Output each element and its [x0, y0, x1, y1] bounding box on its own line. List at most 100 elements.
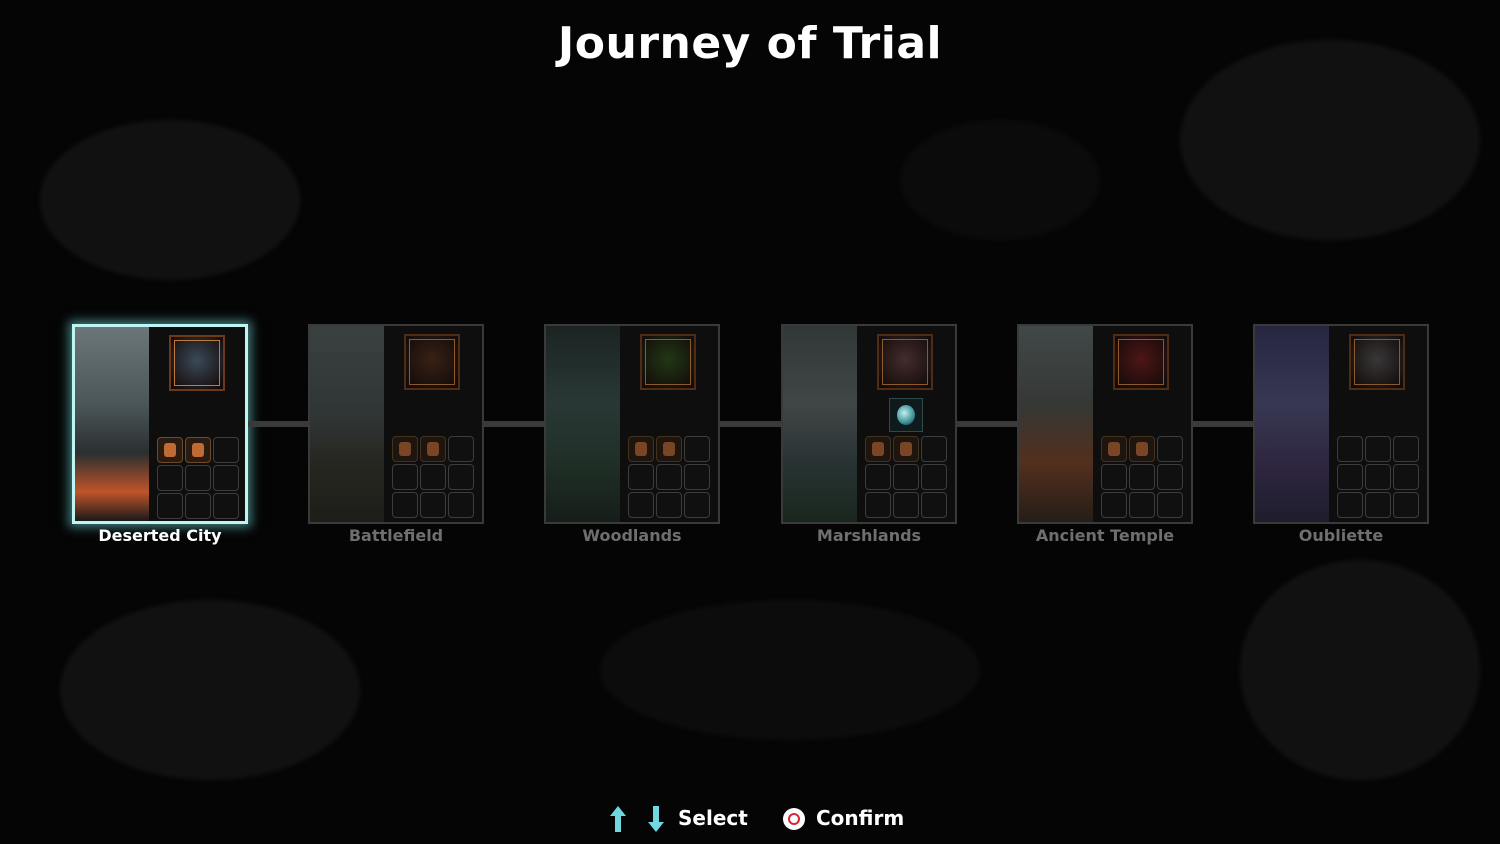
stage-card-frame: [1253, 324, 1429, 524]
arrow-down-icon: [648, 806, 664, 832]
empty-slot: [684, 436, 710, 462]
empty-slot: [1157, 464, 1183, 490]
stage-label: Deserted City: [98, 526, 222, 545]
empty-slot: [865, 492, 891, 518]
stage-label: Ancient Temple: [1035, 526, 1175, 545]
empty-slot: [1365, 436, 1391, 462]
empty-slot: [1101, 464, 1127, 490]
empty-slot: [448, 464, 474, 490]
empty-slot: [392, 464, 418, 490]
empty-slot: [628, 464, 654, 490]
reward-slots-grid: [157, 437, 241, 519]
stage-card-deserted-city[interactable]: Deserted City: [72, 324, 248, 545]
reward-item-icon: [893, 436, 919, 462]
stage-connector: [484, 421, 544, 427]
empty-slot: [684, 492, 710, 518]
undead-general-portrait-icon: [169, 335, 225, 391]
reward-slots-grid: [865, 436, 949, 518]
stage-card-frame: [1017, 324, 1193, 524]
reward-item-icon: [656, 436, 682, 462]
empty-slot: [1157, 436, 1183, 462]
empty-slot: [420, 464, 446, 490]
empty-slot: [420, 492, 446, 518]
empty-slot: [1157, 492, 1183, 518]
empty-slot: [1337, 464, 1363, 490]
stage-connector: [1193, 421, 1253, 427]
empty-slot: [1101, 492, 1127, 518]
empty-slot: [185, 465, 211, 491]
swamp-monster-portrait-icon: [877, 334, 933, 390]
stage-connector: [248, 421, 308, 427]
empty-slot: [684, 464, 710, 490]
empty-slot: [1337, 492, 1363, 518]
bamboo-forest-scene: [546, 326, 620, 522]
reward-item-icon: [865, 436, 891, 462]
reward-item-icon: [392, 436, 418, 462]
stage-card-woodlands[interactable]: Woodlands: [544, 324, 720, 545]
empty-slot: [921, 436, 947, 462]
empty-slot: [1129, 464, 1155, 490]
arrow-up-icon: [610, 806, 626, 832]
confirm-hint-label[interactable]: Confirm: [816, 806, 904, 830]
stage-card-frame: [544, 324, 720, 524]
rainy-marsh-scene: [783, 326, 857, 522]
reward-slots-grid: [392, 436, 476, 518]
empty-slot: [157, 493, 183, 519]
empty-slot: [893, 492, 919, 518]
empty-slot: [213, 437, 239, 463]
reward-item-icon: [420, 436, 446, 462]
select-hint-label[interactable]: Select: [678, 806, 748, 830]
circle-button-icon: [783, 808, 805, 830]
reward-item-icon: [185, 437, 211, 463]
stage-card-oubliette[interactable]: Oubliette: [1253, 324, 1429, 545]
empty-slot: [448, 436, 474, 462]
forest-beast-portrait-icon: [640, 334, 696, 390]
stage-card-frame: [781, 324, 957, 524]
red-oni-portrait-icon: [1113, 334, 1169, 390]
empty-slot: [921, 492, 947, 518]
empty-slot: [656, 492, 682, 518]
reward-slots-grid: [1101, 436, 1185, 518]
empty-slot: [1393, 464, 1419, 490]
spirit-orb-icon: [889, 398, 923, 432]
empty-slot: [921, 464, 947, 490]
empty-slot: [157, 465, 183, 491]
stage-card-marshlands[interactable]: Marshlands: [781, 324, 957, 545]
empty-slot: [656, 464, 682, 490]
reward-slots-grid: [1337, 436, 1421, 518]
stage-card-frame: [72, 324, 248, 524]
temple-lantern-scene: [1019, 326, 1093, 522]
stage-connector: [957, 421, 1017, 427]
stage-label: Battlefield: [348, 526, 444, 545]
stage-label: Marshlands: [816, 526, 922, 545]
burning-city-scene: [75, 327, 149, 521]
empty-slot: [1393, 492, 1419, 518]
stage-card-ancient-temple[interactable]: Ancient Temple: [1017, 324, 1193, 545]
empty-slot: [1365, 464, 1391, 490]
empty-slot: [1365, 492, 1391, 518]
reward-item-icon: [628, 436, 654, 462]
empty-slot: [893, 464, 919, 490]
empty-slot: [1337, 436, 1363, 462]
reward-item-icon: [1101, 436, 1127, 462]
empty-slot: [392, 492, 418, 518]
stage-connector: [720, 421, 781, 427]
stage-card-frame: [308, 324, 484, 524]
empty-slot: [448, 492, 474, 518]
empty-slot: [865, 464, 891, 490]
reward-item-icon: [157, 437, 183, 463]
stage-label: Woodlands: [582, 526, 682, 545]
empty-slot: [628, 492, 654, 518]
empty-slot: [1129, 492, 1155, 518]
stage-card-battlefield[interactable]: Battlefield: [308, 324, 484, 545]
battlefield-scene: [310, 326, 384, 522]
reward-slots-grid: [628, 436, 712, 518]
skull-demon-portrait-icon: [1349, 334, 1405, 390]
stage-track: Deserted City Battlefield Woodlands Marshla…: [0, 0, 1500, 844]
empty-slot: [213, 465, 239, 491]
button-hints-bar: Select Confirm: [0, 804, 1500, 836]
white-haired-demon-portrait-icon: [404, 334, 460, 390]
empty-slot: [1393, 436, 1419, 462]
reward-item-icon: [1129, 436, 1155, 462]
empty-slot: [185, 493, 211, 519]
